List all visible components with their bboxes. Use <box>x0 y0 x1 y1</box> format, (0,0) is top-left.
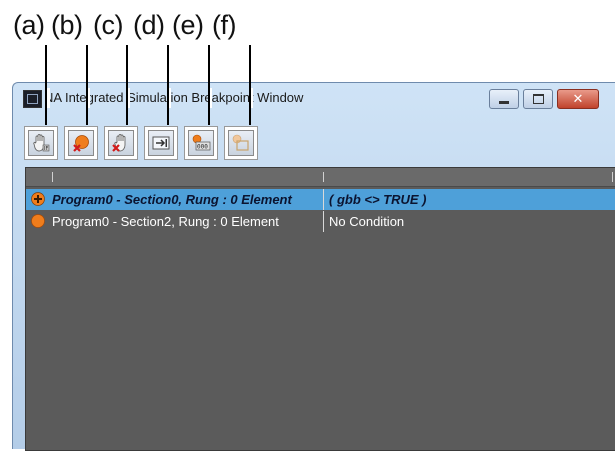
callout-line-d <box>167 45 169 125</box>
set-breakpoint-button[interactable]: IF <box>24 126 58 160</box>
column-separator <box>323 211 324 232</box>
svg-text:IF: IF <box>44 146 48 152</box>
callout-line-b <box>86 45 88 125</box>
list-row[interactable]: Program0 - Section2, Rung : 0 Element No… <box>26 211 615 232</box>
breakpoint-conditional-icon <box>31 192 45 206</box>
breakpoint-location: Program0 - Section2, Rung : 0 Element <box>52 214 279 229</box>
minimize-button[interactable] <box>489 89 519 109</box>
button-face <box>148 130 174 156</box>
breakpoint-window: NA Integrated Simulation Breakpoint Wind… <box>12 82 615 451</box>
hand-stop-icon: IF <box>33 134 50 152</box>
callout-line-overlay <box>47 88 50 108</box>
go-to-breakpoint-button[interactable] <box>144 126 178 160</box>
callout-e: (e) <box>172 10 204 40</box>
breakpoint-condition: ( gbb <> TRUE ) <box>329 192 427 207</box>
breakpoint-counter-icon: 000 <box>192 134 211 151</box>
callout-line-f <box>249 45 251 125</box>
minimize-icon <box>499 100 509 104</box>
callout-line-c <box>126 45 128 125</box>
svg-text:000: 000 <box>197 144 208 151</box>
callout-f: (f) <box>212 10 236 40</box>
callout-line-e <box>208 45 210 125</box>
column-separator <box>323 189 324 210</box>
button-face <box>68 130 94 156</box>
breakpoint-counter-button[interactable]: 000 <box>184 126 218 160</box>
button-face: 000 <box>188 130 214 156</box>
callout-line-a <box>45 45 47 125</box>
hand-delete-icon <box>112 134 126 152</box>
delete-breakpoint-button[interactable] <box>64 126 98 160</box>
maximize-icon <box>532 94 544 104</box>
column-divider[interactable] <box>323 172 324 182</box>
callout-labels: (a) (b) (c) (d) (e) (f) <box>0 0 615 50</box>
button-face <box>228 130 254 156</box>
column-divider <box>52 172 53 182</box>
column-divider <box>612 172 613 182</box>
button-face: IF <box>28 130 54 156</box>
list-row-selected[interactable]: Program0 - Section0, Rung : 0 Element ( … <box>26 189 615 210</box>
breakpoint-delete-icon <box>73 135 89 152</box>
delete-all-breakpoints-button[interactable] <box>104 126 138 160</box>
button-face <box>108 130 134 156</box>
callout-b: (b) <box>51 10 83 40</box>
breakpoint-disabled-icon <box>232 134 249 151</box>
title-bar[interactable]: NA Integrated Simulation Breakpoint Wind… <box>13 83 615 113</box>
maximize-button[interactable] <box>523 89 553 109</box>
close-button[interactable]: ✕ <box>557 89 599 109</box>
breakpoint-list[interactable]: Program0 - Section0, Rung : 0 Element ( … <box>25 167 615 451</box>
app-icon <box>23 90 42 108</box>
callout-a: (a) <box>13 10 45 40</box>
breakpoint-condition: No Condition <box>329 214 405 229</box>
breakpoint-icon <box>31 214 45 228</box>
callout-c: (c) <box>93 10 123 40</box>
list-header <box>26 168 615 187</box>
close-icon: ✕ <box>572 91 584 107</box>
window-title: NA Integrated Simulation Breakpoint Wind… <box>44 90 304 105</box>
breakpoint-location: Program0 - Section0, Rung : 0 Element <box>52 192 292 207</box>
disable-breakpoint-button[interactable] <box>224 126 258 160</box>
callout-d: (d) <box>133 10 165 40</box>
go-to-icon <box>152 136 170 150</box>
